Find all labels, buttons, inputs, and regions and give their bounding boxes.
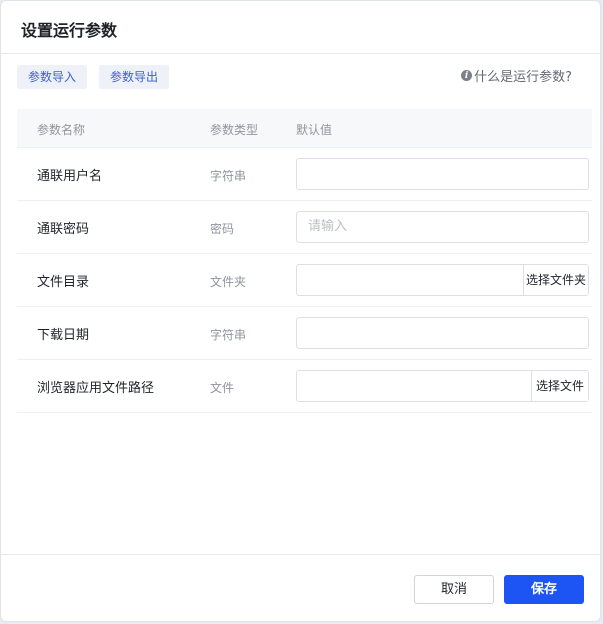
save-button[interactable]: 保存 bbox=[504, 575, 584, 604]
info-icon: i bbox=[461, 70, 473, 81]
dialog-header: 设置运行参数 bbox=[1, 1, 600, 54]
param-type: 字符串 bbox=[210, 328, 247, 342]
select-folder-button[interactable]: 选择文件夹 bbox=[523, 265, 588, 295]
header-type: 参数类型 bbox=[210, 123, 259, 137]
help-link[interactable]: i 什么是运行参数? bbox=[461, 66, 572, 85]
table-row: 通联用户名 字符串 bbox=[17, 148, 592, 201]
help-label: 什么是运行参数? bbox=[474, 70, 572, 85]
cancel-button[interactable]: 取消 bbox=[414, 575, 494, 604]
table-row: 浏览器应用文件路径 文件 选择文件 bbox=[17, 360, 592, 413]
dialog-footer: 取消 保存 bbox=[1, 554, 600, 621]
param-type: 文件夹 bbox=[210, 275, 247, 289]
header-name: 参数名称 bbox=[37, 123, 86, 137]
file-input-group: 选择文件 bbox=[296, 370, 589, 402]
param-name: 通联密码 bbox=[37, 222, 90, 237]
param-type: 密码 bbox=[210, 222, 235, 236]
select-file-button[interactable]: 选择文件 bbox=[531, 371, 588, 401]
table-row: 通联密码 密码 请输入 bbox=[17, 201, 592, 254]
param-type: 文件 bbox=[210, 381, 235, 395]
param-name: 下载日期 bbox=[37, 328, 90, 343]
table-row: 文件目录 文件夹 选择文件夹 bbox=[17, 254, 592, 307]
folder-input-group: 选择文件夹 bbox=[296, 264, 589, 296]
run-params-dialog: 设置运行参数 参数导入 参数导出 i 什么是运行参数? 参数名称 参数类型 默认… bbox=[0, 0, 601, 622]
date-default-input[interactable] bbox=[296, 317, 589, 349]
param-name: 文件目录 bbox=[37, 275, 90, 290]
header-default: 默认值 bbox=[296, 123, 333, 137]
username-default-input[interactable] bbox=[296, 158, 589, 190]
export-params-button[interactable]: 参数导出 bbox=[99, 65, 169, 89]
param-type: 字符串 bbox=[210, 169, 247, 183]
file-default-input[interactable] bbox=[297, 371, 531, 401]
table-header: 参数名称 参数类型 默认值 bbox=[17, 109, 592, 148]
folder-default-input[interactable] bbox=[297, 265, 523, 295]
param-name: 通联用户名 bbox=[37, 169, 103, 184]
param-name: 浏览器应用文件路径 bbox=[37, 381, 155, 396]
password-default-input[interactable]: 请输入 bbox=[296, 211, 589, 243]
dialog-title: 设置运行参数 bbox=[21, 21, 118, 40]
import-params-button[interactable]: 参数导入 bbox=[17, 65, 87, 89]
table-row: 下载日期 字符串 bbox=[17, 307, 592, 360]
